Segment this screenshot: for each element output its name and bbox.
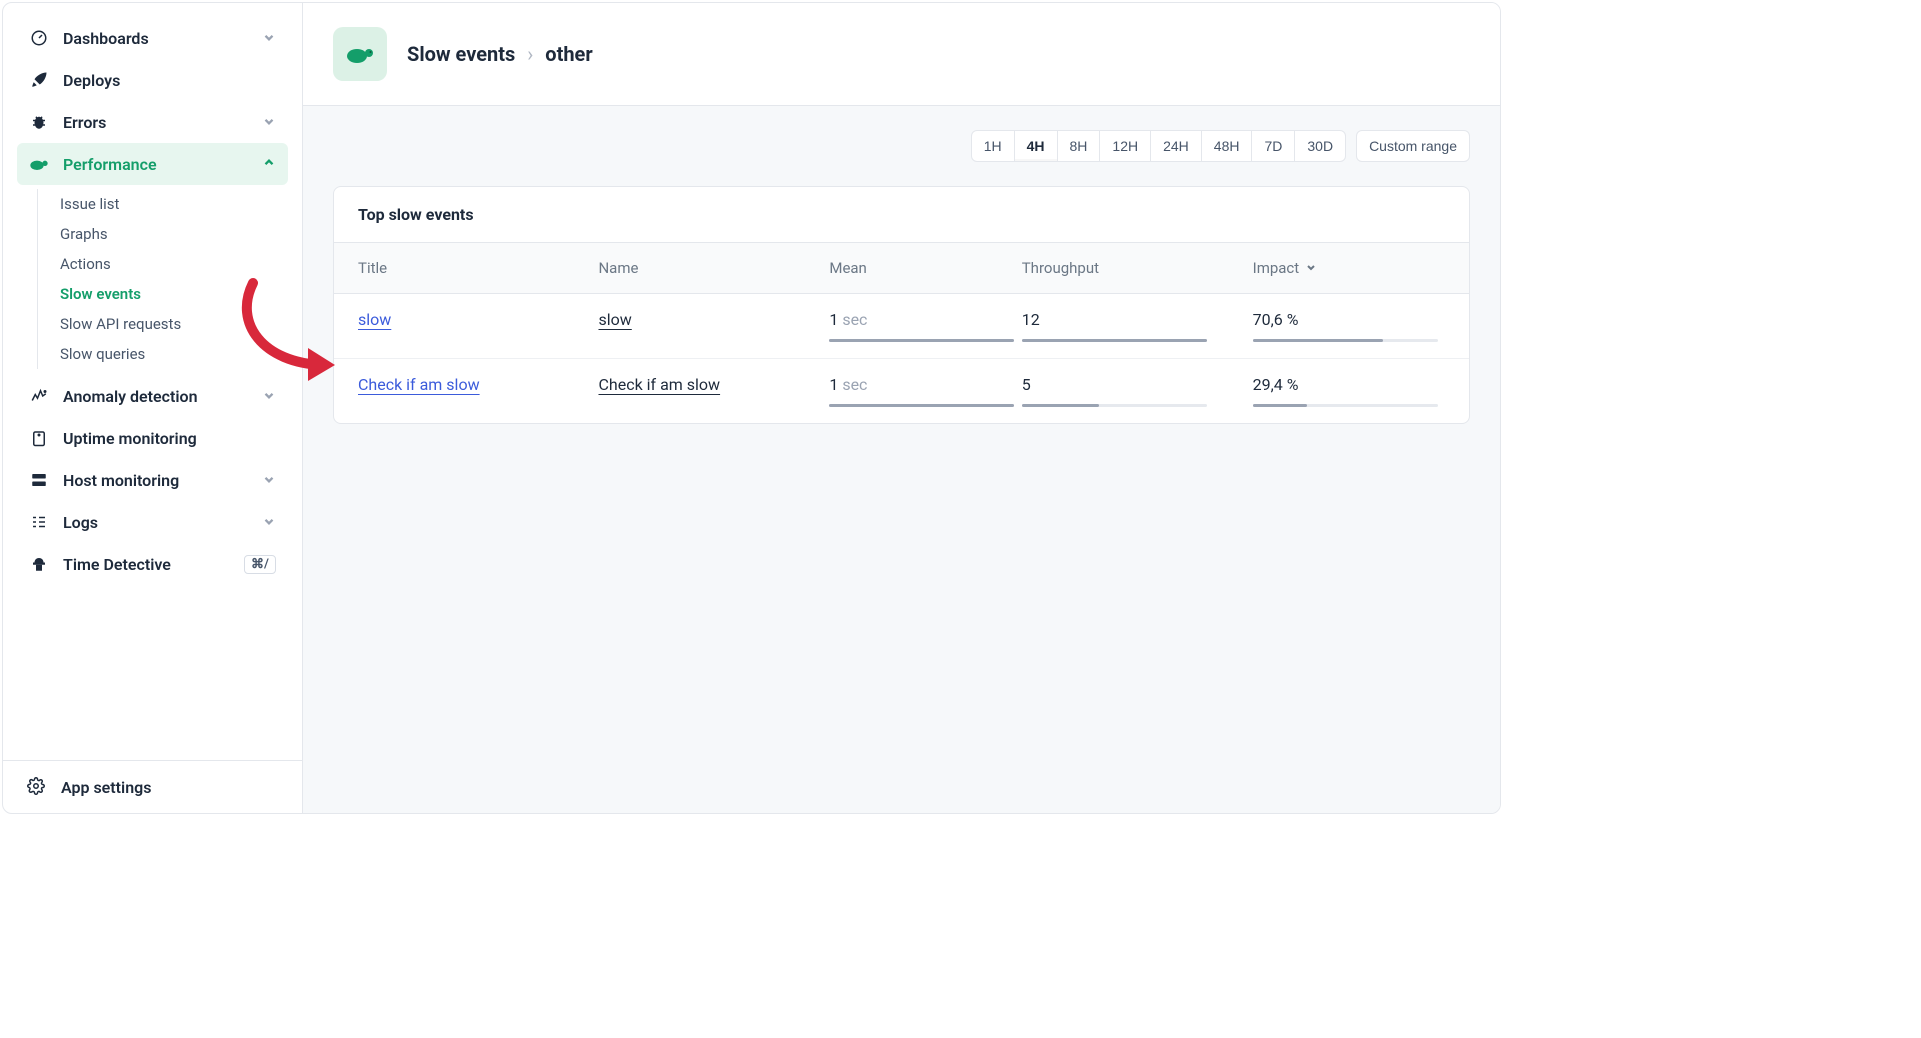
time-range-8h[interactable]: 8H: [1057, 130, 1101, 162]
mean-metric-bar: [829, 339, 1014, 342]
mean-metric-value: 1 sec: [829, 310, 1021, 329]
chevron-up-icon: [262, 155, 276, 174]
sidebar-subitem-slow-queries[interactable]: Slow queries: [56, 339, 288, 369]
sidebar-item-anomaly-detection[interactable]: Anomaly detection: [17, 375, 288, 417]
detective-icon: [29, 554, 49, 574]
sidebar-subitem-slow-events[interactable]: Slow events: [56, 279, 288, 309]
gear-icon: [27, 777, 47, 797]
page-header: Slow events › other: [303, 3, 1500, 106]
mean-metric: 1 sec: [829, 310, 1021, 342]
app-settings-label: App settings: [61, 778, 151, 797]
chevron-down-icon: [262, 471, 276, 490]
chevron-down-icon: [262, 513, 276, 532]
breadcrumb-item[interactable]: Slow events: [407, 42, 515, 66]
time-range-custom[interactable]: Custom range: [1356, 130, 1470, 162]
sidebar-item-errors[interactable]: Errors: [17, 101, 288, 143]
sidebar-subitem-slow-api-requests[interactable]: Slow API requests: [56, 309, 288, 339]
server-icon: [29, 470, 49, 490]
time-range-24h[interactable]: 24H: [1150, 130, 1202, 162]
sidebar-subitem-issue-list[interactable]: Issue list: [56, 189, 288, 219]
time-range-1h[interactable]: 1H: [971, 130, 1015, 162]
panel-title: Top slow events: [334, 187, 1469, 243]
table-row: slow slow 1 sec1270,6 %: [334, 294, 1469, 359]
chevron-down-icon: [262, 29, 276, 48]
sidebar-item-label: Dashboards: [63, 29, 149, 48]
sidebar-item-time-detective[interactable]: Time Detective ⌘/: [17, 543, 288, 585]
sidebar-item-label: Uptime monitoring: [63, 429, 197, 448]
sidebar-item-label: Errors: [63, 113, 106, 132]
impact-metric-bar: [1253, 339, 1438, 342]
sidebar: Dashboards Deploys Errors Performance Issue …: [3, 3, 303, 813]
sidebar-item-label: Host monitoring: [63, 471, 179, 490]
impact-metric-value: 29,4 %: [1253, 375, 1445, 394]
sidebar-item-logs[interactable]: Logs: [17, 501, 288, 543]
time-range-12h[interactable]: 12H: [1099, 130, 1151, 162]
bug-icon: [29, 112, 49, 132]
col-throughput[interactable]: Throughput: [1022, 259, 1253, 277]
sidebar-footer[interactable]: App settings: [3, 760, 302, 813]
turtle-icon: [333, 27, 387, 81]
sidebar-nav: Dashboards Deploys Errors Performance Issue …: [3, 17, 302, 760]
event-title-link[interactable]: slow: [358, 310, 391, 329]
event-name[interactable]: Check if am slow: [598, 375, 720, 394]
sidebar-subitem-actions[interactable]: Actions: [56, 249, 288, 279]
mean-metric-value: 1 sec: [829, 375, 1021, 394]
throughput-metric-bar: [1022, 339, 1207, 342]
sidebar-item-uptime-monitoring[interactable]: Uptime monitoring: [17, 417, 288, 459]
col-mean[interactable]: Mean: [829, 259, 1021, 277]
main-content: Slow events › other 1H4H8H12H24H48H7D30D…: [303, 3, 1500, 813]
sidebar-item-dashboards[interactable]: Dashboards: [17, 17, 288, 59]
mean-metric: 1 sec: [829, 375, 1021, 407]
rocket-icon: [29, 70, 49, 90]
time-range-4h[interactable]: 4H: [1014, 130, 1058, 162]
slow-events-panel: Top slow events Title Name Mean Throughp…: [333, 186, 1470, 424]
impact-metric-bar: [1253, 404, 1438, 407]
time-range-30d[interactable]: 30D: [1294, 130, 1346, 162]
sidebar-item-label: Logs: [63, 513, 98, 532]
event-title-link[interactable]: Check if am slow: [358, 375, 480, 394]
col-impact[interactable]: Impact: [1253, 259, 1445, 277]
breadcrumb-item: other: [545, 42, 592, 66]
sidebar-item-host-monitoring[interactable]: Host monitoring: [17, 459, 288, 501]
sidebar-subnav: Issue listGraphsActionsSlow eventsSlow A…: [37, 189, 288, 369]
time-range-48h[interactable]: 48H: [1201, 130, 1253, 162]
sidebar-item-label: Anomaly detection: [63, 387, 198, 406]
breadcrumb: Slow events › other: [407, 42, 593, 66]
event-name[interactable]: slow: [598, 310, 631, 329]
col-title[interactable]: Title: [358, 259, 598, 277]
impact-metric-value: 70,6 %: [1253, 310, 1445, 329]
sidebar-item-performance[interactable]: Performance: [17, 143, 288, 185]
table-header: Title Name Mean Throughput Impact: [334, 243, 1469, 294]
anomaly-icon: [29, 386, 49, 406]
sidebar-item-label: Time Detective: [63, 555, 171, 574]
chevron-down-icon: [262, 387, 276, 406]
sidebar-subitem-graphs[interactable]: Graphs: [56, 219, 288, 249]
impact-metric: 70,6 %: [1253, 310, 1445, 342]
throughput-metric: 12: [1022, 310, 1253, 342]
chevron-down-icon: [262, 113, 276, 132]
gauge-icon: [29, 28, 49, 48]
turtle-icon: [29, 154, 49, 174]
sidebar-item-deploys[interactable]: Deploys: [17, 59, 288, 101]
table-row: Check if am slow Check if am slow 1 sec529…: [334, 359, 1469, 423]
impact-metric: 29,4 %: [1253, 375, 1445, 407]
keyboard-shortcut-badge: ⌘/: [244, 555, 276, 574]
time-range-picker: 1H4H8H12H24H48H7D30D Custom range: [333, 130, 1470, 162]
throughput-metric: 5: [1022, 375, 1253, 407]
sidebar-item-label: Deploys: [63, 71, 120, 90]
throughput-metric-value: 12: [1022, 310, 1253, 329]
throughput-metric-bar: [1022, 404, 1207, 407]
col-name[interactable]: Name: [598, 259, 829, 277]
throughput-metric-value: 5: [1022, 375, 1253, 394]
mean-metric-bar: [829, 404, 1014, 407]
chevron-right-icon: ›: [527, 42, 533, 66]
chevron-down-icon: [1305, 259, 1317, 277]
time-range-7d[interactable]: 7D: [1251, 130, 1295, 162]
sidebar-item-label: Performance: [63, 155, 157, 174]
logs-icon: [29, 512, 49, 532]
uptime-icon: [29, 428, 49, 448]
